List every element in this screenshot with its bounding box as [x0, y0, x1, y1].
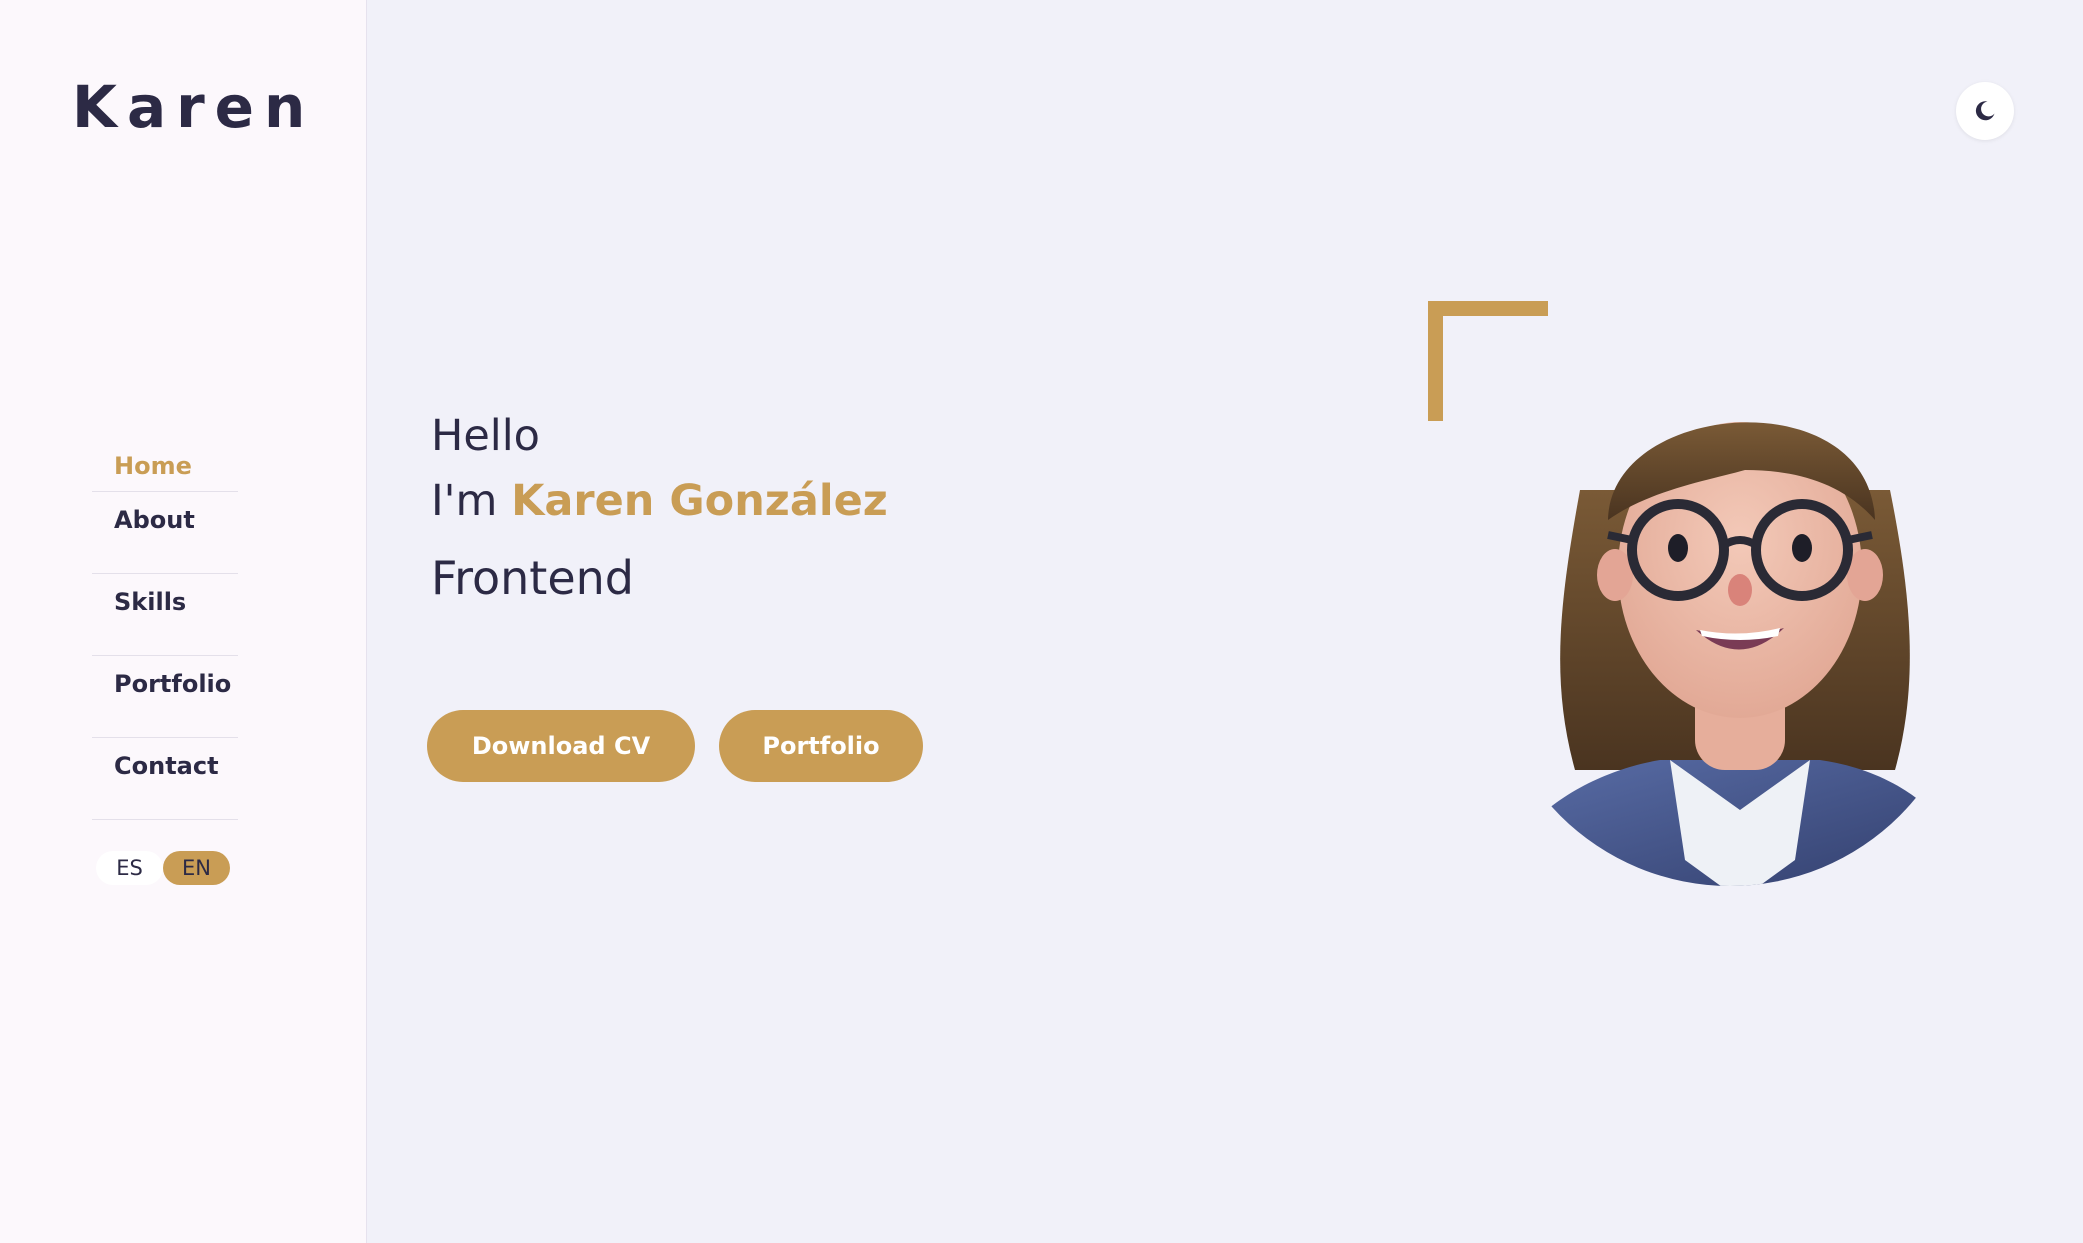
theme-toggle-button[interactable] — [1956, 82, 2014, 140]
nav-item-about[interactable]: About — [92, 492, 238, 574]
nav-item-label: Portfolio — [114, 670, 232, 698]
language-switch: ES EN — [96, 851, 230, 885]
hero-name: Karen González — [511, 476, 888, 526]
intro-line: I'm Karen González — [431, 473, 888, 529]
nav-item-home[interactable]: Home — [92, 440, 238, 492]
portfolio-button[interactable]: Portfolio — [719, 710, 923, 782]
download-cv-button[interactable]: Download CV — [427, 710, 695, 782]
nav-item-label: Home — [114, 452, 192, 480]
nav-item-contact[interactable]: Contact — [92, 738, 238, 820]
role-text: Frontend — [431, 551, 635, 605]
lang-option-es[interactable]: ES — [96, 851, 163, 885]
nav-item-label: Contact — [114, 752, 219, 780]
greeting-text: Hello — [431, 411, 540, 461]
lang-option-en[interactable]: EN — [163, 851, 230, 885]
moon-icon — [1975, 101, 1995, 121]
sidebar: Karen Home About Skills Portfolio Contac… — [0, 0, 367, 1243]
nav-item-portfolio[interactable]: Portfolio — [92, 656, 238, 738]
logo[interactable]: Karen — [72, 78, 315, 136]
nav-item-label: Skills — [114, 588, 187, 616]
nav-menu: Home About Skills Portfolio Contact — [92, 440, 238, 820]
intro-text: I'm — [431, 476, 498, 526]
nav-item-skills[interactable]: Skills — [92, 574, 238, 656]
avatar-illustration — [1490, 422, 1970, 886]
nav-item-label: About — [114, 506, 195, 534]
